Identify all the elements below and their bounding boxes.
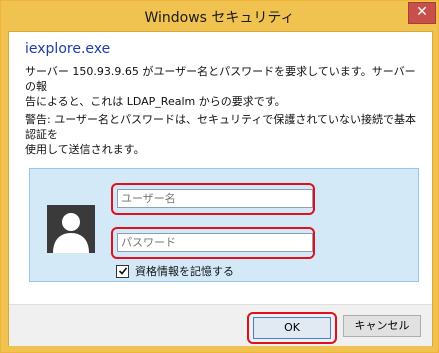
user-silhouette-icon xyxy=(47,205,95,253)
checkmark-icon xyxy=(118,267,127,275)
warning-message-line1: 警告: ユーザー名とパスワードは、セキュリティで保護されていない接続で基本認証を xyxy=(25,113,416,141)
ok-button[interactable]: OK xyxy=(253,317,331,339)
username-highlight xyxy=(111,183,315,215)
remember-checkbox[interactable] xyxy=(116,264,129,278)
close-icon: ✕ xyxy=(416,4,428,20)
password-input[interactable] xyxy=(117,233,313,252)
password-highlight xyxy=(111,227,315,259)
username-input[interactable] xyxy=(117,189,313,208)
remember-label: 資格情報を記憶する xyxy=(135,265,234,278)
warning-message: 警告: ユーザー名とパスワードは、セキュリティで保護されていない接続で基本認証を… xyxy=(25,112,425,157)
ok-highlight: OK xyxy=(247,312,337,344)
security-dialog-window: Windows セキュリティ ✕ iexplore.exe サーバー 150.9… xyxy=(0,0,439,353)
cancel-button[interactable]: キャンセル xyxy=(343,315,421,337)
window-title: Windows セキュリティ xyxy=(144,10,295,26)
remember-credentials[interactable]: 資格情報を記憶する xyxy=(116,263,234,279)
app-name: iexplore.exe xyxy=(25,41,111,57)
warning-message-line2: 使用して送信されます。 xyxy=(25,143,145,156)
title-bar[interactable]: Windows セキュリティ ✕ xyxy=(1,1,438,31)
request-message-line2: 告によると、これは LDAP_Realm からの要求です。 xyxy=(25,95,286,108)
dialog-body: iexplore.exe サーバー 150.93.9.65 がユーザー名とパスワ… xyxy=(8,31,433,346)
close-button[interactable]: ✕ xyxy=(408,2,436,24)
request-message-line1: サーバー 150.93.9.65 がユーザー名とパスワードを要求しています。サー… xyxy=(25,65,416,93)
credential-panel: 資格情報を記憶する xyxy=(29,168,419,282)
button-bar: OK キャンセル xyxy=(9,304,432,346)
cancel-wrap: キャンセル xyxy=(341,312,425,340)
request-message: サーバー 150.93.9.65 がユーザー名とパスワードを要求しています。サー… xyxy=(25,64,425,109)
